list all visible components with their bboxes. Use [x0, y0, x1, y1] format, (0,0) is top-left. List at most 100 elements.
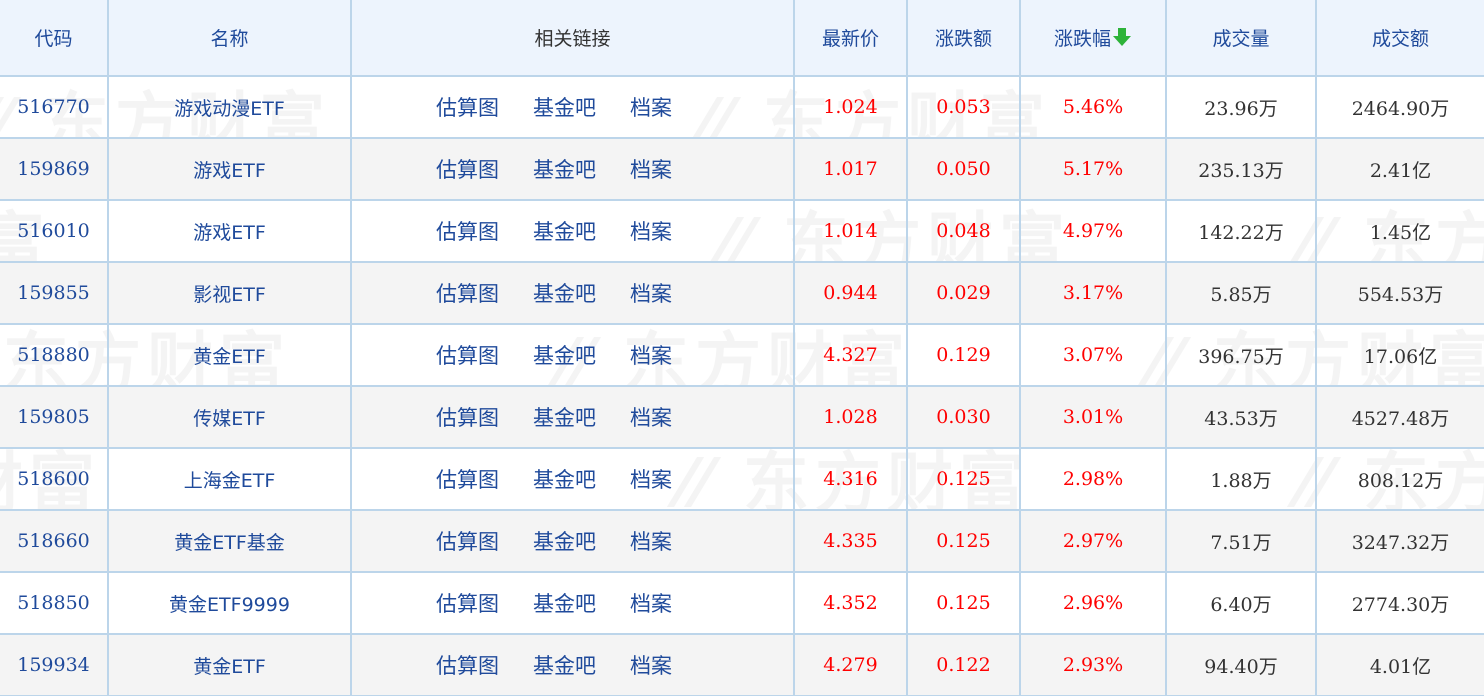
fund-profile-link[interactable]: 档案 — [630, 654, 672, 678]
fund-forum-link[interactable]: 基金吧 — [533, 344, 596, 368]
cell-name: 黄金ETF9999 — [107, 571, 352, 635]
fund-forum-link[interactable]: 基金吧 — [533, 220, 596, 244]
fund-code-link[interactable]: 518880 — [17, 344, 90, 366]
fund-forum-link[interactable]: 基金吧 — [533, 654, 596, 678]
estimate-chart-link[interactable]: 估算图 — [436, 654, 499, 678]
cell-change-pct: 3.07% — [1019, 323, 1167, 387]
fund-code-link[interactable]: 518850 — [17, 592, 90, 614]
cell-change: 0.122 — [906, 633, 1021, 696]
estimate-chart-link[interactable]: 估算图 — [436, 282, 499, 306]
header-change[interactable]: 涨跌额 — [906, 0, 1021, 77]
estimate-chart-link[interactable]: 估算图 — [436, 406, 499, 430]
fund-profile-link[interactable]: 档案 — [630, 158, 672, 182]
cell-related-links: 估算图 基金吧 档案 — [350, 199, 795, 263]
estimate-chart-link[interactable]: 估算图 — [436, 468, 499, 492]
header-change-pct-label: 涨跌幅 — [1053, 28, 1111, 50]
fund-code-link[interactable]: 159934 — [17, 654, 90, 676]
fund-code-link[interactable]: 516770 — [17, 96, 90, 118]
cell-name: 游戏ETF — [107, 137, 352, 201]
fund-profile-link[interactable]: 档案 — [630, 468, 672, 492]
estimate-chart-link[interactable]: 估算图 — [436, 220, 499, 244]
cell-name: 黄金ETF基金 — [107, 509, 352, 573]
fund-profile-link[interactable]: 档案 — [630, 592, 672, 616]
cell-code: 159855 — [0, 261, 109, 325]
cell-related-links: 估算图 基金吧 档案 — [350, 571, 795, 635]
cell-change: 0.129 — [906, 323, 1021, 387]
fund-code-link[interactable]: 518600 — [17, 468, 90, 490]
cell-volume: 1.88万 — [1165, 447, 1317, 511]
fund-profile-link[interactable]: 档案 — [630, 530, 672, 554]
cell-change-pct: 4.97% — [1019, 199, 1167, 263]
cell-amount: 4527.48万 — [1315, 385, 1484, 449]
cell-name: 黄金ETF — [107, 633, 352, 696]
fund-name-link[interactable]: 游戏ETF — [193, 160, 266, 182]
cell-change-pct: 2.97% — [1019, 509, 1167, 573]
fund-name-link[interactable]: 游戏ETF — [193, 222, 266, 244]
cell-latest-price: 4.335 — [793, 509, 908, 573]
fund-forum-link[interactable]: 基金吧 — [533, 282, 596, 306]
cell-amount: 4.01亿 — [1315, 633, 1484, 696]
cell-related-links: 估算图 基金吧 档案 — [350, 261, 795, 325]
fund-name-link[interactable]: 黄金ETF — [193, 656, 266, 678]
fund-profile-link[interactable]: 档案 — [630, 344, 672, 368]
cell-change-pct: 2.98% — [1019, 447, 1167, 511]
fund-name-link[interactable]: 黄金ETF — [193, 346, 266, 368]
cell-related-links: 估算图 基金吧 档案 — [350, 137, 795, 201]
cell-volume: 6.40万 — [1165, 571, 1317, 635]
cell-latest-price: 1.024 — [793, 75, 908, 139]
fund-code-link[interactable]: 518660 — [17, 530, 90, 552]
fund-forum-link[interactable]: 基金吧 — [533, 406, 596, 430]
cell-latest-price: 4.279 — [793, 633, 908, 696]
fund-profile-link[interactable]: 档案 — [630, 96, 672, 120]
header-name[interactable]: 名称 — [107, 0, 352, 77]
estimate-chart-link[interactable]: 估算图 — [436, 344, 499, 368]
header-latest-price[interactable]: 最新价 — [793, 0, 908, 77]
header-name-label: 名称 — [210, 28, 249, 50]
cell-name: 影视ETF — [107, 261, 352, 325]
header-change-label: 涨跌额 — [934, 28, 992, 50]
cell-amount: 17.06亿 — [1315, 323, 1484, 387]
cell-change-pct: 2.93% — [1019, 633, 1167, 696]
cell-code: 159805 — [0, 385, 109, 449]
sort-down-arrow-icon[interactable] — [1112, 27, 1132, 47]
fund-forum-link[interactable]: 基金吧 — [533, 468, 596, 492]
estimate-chart-link[interactable]: 估算图 — [436, 592, 499, 616]
fund-forum-link[interactable]: 基金吧 — [533, 530, 596, 554]
cell-volume: 7.51万 — [1165, 509, 1317, 573]
fund-forum-link[interactable]: 基金吧 — [533, 592, 596, 616]
cell-volume: 396.75万 — [1165, 323, 1317, 387]
fund-name-link[interactable]: 黄金ETF9999 — [169, 594, 290, 616]
cell-related-links: 估算图 基金吧 档案 — [350, 447, 795, 511]
header-volume[interactable]: 成交量 — [1165, 0, 1317, 77]
fund-name-link[interactable]: 游戏动漫ETF — [174, 98, 285, 120]
estimate-chart-link[interactable]: 估算图 — [436, 96, 499, 120]
fund-code-link[interactable]: 159805 — [17, 406, 90, 428]
table-body: 516770 游戏动漫ETF 估算图 基金吧 档案 1.024 0.053 5.46… — [0, 75, 1484, 696]
cell-change: 0.048 — [906, 199, 1021, 263]
cell-code: 518850 — [0, 571, 109, 635]
cell-name: 游戏动漫ETF — [107, 75, 352, 139]
header-latest-price-label: 最新价 — [821, 28, 879, 50]
fund-name-link[interactable]: 黄金ETF基金 — [174, 532, 285, 554]
estimate-chart-link[interactable]: 估算图 — [436, 530, 499, 554]
fund-profile-link[interactable]: 档案 — [630, 282, 672, 306]
cell-name: 传媒ETF — [107, 385, 352, 449]
estimate-chart-link[interactable]: 估算图 — [436, 158, 499, 182]
fund-name-link[interactable]: 传媒ETF — [193, 408, 266, 430]
header-change-pct[interactable]: 涨跌幅 — [1019, 0, 1167, 77]
cell-latest-price: 4.327 — [793, 323, 908, 387]
fund-profile-link[interactable]: 档案 — [630, 406, 672, 430]
fund-code-link[interactable]: 159855 — [17, 282, 90, 304]
header-amount-label: 成交额 — [1371, 28, 1429, 50]
header-amount[interactable]: 成交额 — [1315, 0, 1484, 77]
header-related-links-label: 相关链接 — [534, 28, 611, 50]
fund-forum-link[interactable]: 基金吧 — [533, 158, 596, 182]
fund-name-link[interactable]: 上海金ETF — [184, 470, 276, 492]
header-code[interactable]: 代码 — [0, 0, 109, 77]
fund-code-link[interactable]: 516010 — [17, 220, 90, 242]
fund-forum-link[interactable]: 基金吧 — [533, 96, 596, 120]
cell-name: 上海金ETF — [107, 447, 352, 511]
fund-code-link[interactable]: 159869 — [17, 158, 90, 180]
fund-profile-link[interactable]: 档案 — [630, 220, 672, 244]
fund-name-link[interactable]: 影视ETF — [193, 284, 266, 306]
